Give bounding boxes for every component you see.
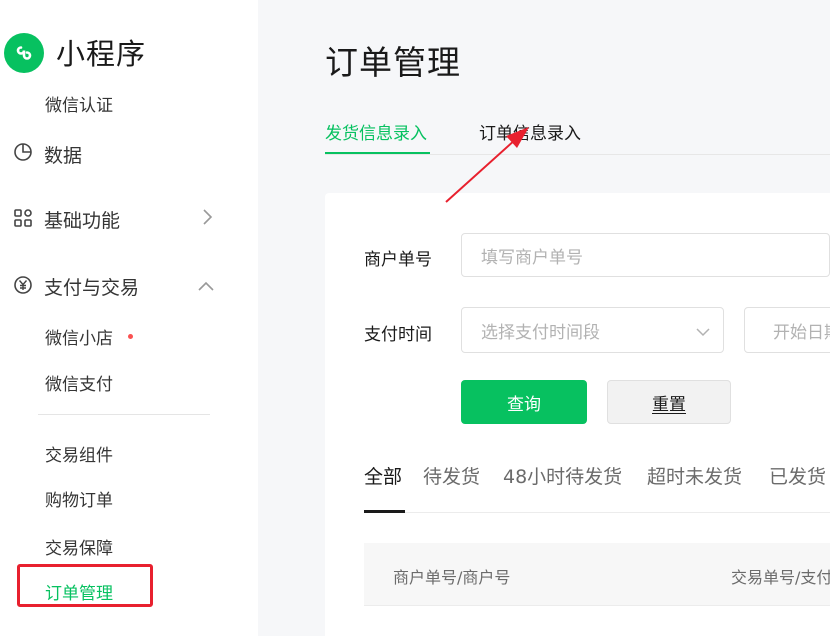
chevron-right-icon[interactable] — [200, 208, 214, 230]
yuan-icon — [13, 275, 33, 299]
reset-button[interactable]: 重置 — [607, 380, 731, 424]
pie-chart-icon — [13, 142, 33, 166]
merchant-order-label: 商户单号 — [364, 250, 432, 270]
active-tab-underline — [325, 152, 430, 154]
filter-48h-pending[interactable]: 48小时待发货 — [503, 462, 622, 489]
filter-all[interactable]: 全部 — [364, 462, 402, 489]
miniprogram-logo-icon — [4, 33, 44, 73]
query-button[interactable]: 查询 — [461, 380, 587, 424]
grid-icon — [13, 208, 33, 232]
sidebar-item-wechat-shop[interactable]: 微信小店 — [45, 324, 113, 349]
sidebar-item-wechat-verify[interactable]: 微信认证 — [45, 91, 113, 116]
filter-pending-shipment[interactable]: 待发货 — [423, 462, 480, 489]
column-transaction-order: 交易单号/支付 — [731, 568, 830, 587]
sidebar-item-trade-component[interactable]: 交易组件 — [45, 441, 113, 466]
tabs-divider — [325, 154, 830, 155]
filter-shipped[interactable]: 已发货 — [769, 462, 826, 489]
annotation-highlight-box — [17, 564, 153, 607]
sidebar-item-shopping-orders[interactable]: 购物订单 — [45, 486, 113, 511]
page-title: 订单管理 — [325, 43, 461, 82]
merchant-order-input[interactable]: 填写商户单号 — [461, 233, 830, 277]
pay-time-select[interactable]: 选择支付时间段 — [461, 307, 724, 353]
filter-overdue-unshipped[interactable]: 超时未发货 — [647, 462, 742, 489]
active-filter-underline — [364, 510, 405, 513]
sidebar-item-data[interactable]: 数据 — [44, 141, 82, 168]
sidebar-item-payment-trade[interactable]: 支付与交易 — [44, 273, 139, 300]
tab-order-info-entry[interactable]: 订单信息录入 — [479, 119, 581, 144]
sidebar-divider — [38, 414, 210, 415]
filter-divider — [364, 512, 830, 513]
sidebar-item-basic-functions[interactable]: 基础功能 — [44, 206, 120, 233]
tab-shipping-info-entry[interactable]: 发货信息录入 — [325, 119, 427, 144]
sidebar-item-trade-guarantee[interactable]: 交易保障 — [45, 534, 113, 559]
red-dot-badge — [128, 334, 133, 339]
sidebar: 小程序 微信认证 数据 基础功能 支付与交易 微信小店 微信支付 交易组件 购物… — [0, 0, 258, 636]
table-header-divider — [364, 605, 830, 606]
column-merchant-order: 商户单号/商户号 — [393, 568, 511, 587]
start-date-input[interactable]: 开始日期 — [744, 307, 830, 353]
app-title: 小程序 — [56, 37, 147, 71]
sidebar-item-wechat-pay[interactable]: 微信支付 — [45, 370, 113, 395]
pay-time-label: 支付时间 — [364, 325, 432, 345]
chevron-down-icon — [695, 323, 711, 343]
chevron-up-icon[interactable] — [197, 277, 215, 296]
pay-time-select-value: 选择支付时间段 — [481, 322, 600, 343]
